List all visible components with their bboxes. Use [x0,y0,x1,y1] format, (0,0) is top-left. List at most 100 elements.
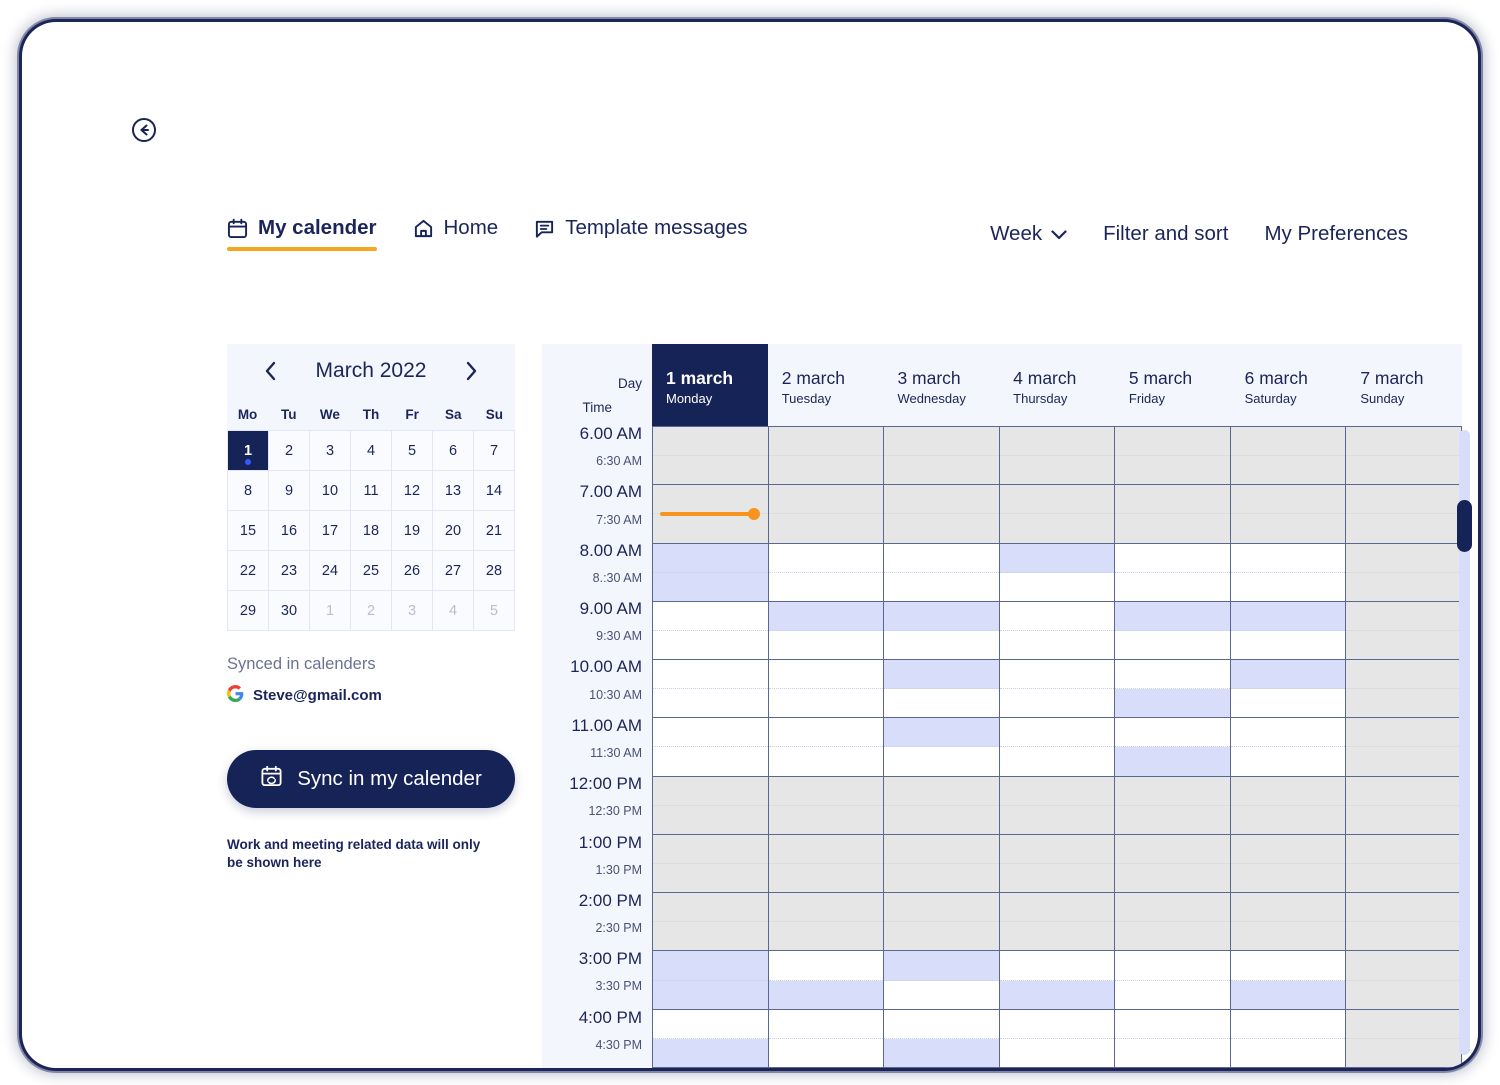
prev-month-button[interactable] [260,360,282,382]
calendar-slot[interactable] [884,514,999,543]
calendar-slot[interactable] [1230,456,1346,485]
mini-calendar-day[interactable]: 13 [433,471,474,511]
calendar-slot[interactable] [884,427,999,457]
calendar-slot[interactable] [653,805,768,834]
calendar-slot[interactable] [1115,689,1230,718]
mini-calendar-day[interactable]: 11 [351,471,392,511]
calendar-slot[interactable] [1230,514,1346,543]
calendar-slot[interactable] [768,980,884,1009]
calendar-slot[interactable] [1230,427,1346,457]
calendar-slot[interactable] [768,485,884,515]
calendar-slot[interactable] [653,864,768,893]
mini-calendar-day[interactable]: 19 [392,511,433,551]
next-month-button[interactable] [460,360,482,382]
calendar-slot[interactable] [1115,660,1230,690]
calendar-slot[interactable] [1115,543,1230,573]
calendar-day-header-saturday[interactable]: 6 march Saturday [1230,344,1347,426]
calendar-slot[interactable] [1346,543,1462,573]
mini-calendar-day[interactable]: 12 [392,471,433,511]
calendar-slot[interactable] [999,601,1115,631]
calendar-slot[interactable] [1346,1038,1462,1067]
calendar-slot[interactable] [1115,864,1230,893]
calendar-slot[interactable] [999,805,1115,834]
calendar-slot[interactable] [653,543,768,573]
calendar-slot[interactable] [884,456,999,485]
calendar-slot[interactable] [768,893,884,923]
calendar-slot[interactable] [653,689,768,718]
mini-calendar-day[interactable]: 29 [228,591,269,631]
calendar-slot[interactable] [1115,1009,1230,1039]
calendar-slot[interactable] [1230,718,1346,748]
mini-calendar-day[interactable]: 3 [392,591,433,631]
mini-calendar-day[interactable]: 27 [433,551,474,591]
calendar-slot[interactable] [768,951,884,981]
calendar-slot[interactable] [653,893,768,923]
mini-calendar-day[interactable]: 15 [228,511,269,551]
calendar-slot[interactable] [884,747,999,776]
sync-in-my-calender-button[interactable]: Sync in my calender [227,750,515,808]
calendar-slot[interactable] [1115,747,1230,776]
calendar-slot[interactable] [768,514,884,543]
calendar-slot[interactable] [1346,922,1462,951]
mini-calendar-day[interactable]: 7 [474,431,515,471]
calendar-slot[interactable] [999,572,1115,601]
calendar-slot[interactable] [1115,834,1230,864]
calendar-slot[interactable] [1115,456,1230,485]
calendar-slot[interactable] [999,922,1115,951]
mini-calendar-day[interactable]: 23 [269,551,310,591]
calendar-slot[interactable] [1230,485,1346,515]
calendar-day-header-sunday[interactable]: 7 march Sunday [1346,344,1462,426]
tab-my-calender[interactable]: My calender [227,218,377,251]
mini-calendar-day[interactable]: 1 [228,431,269,471]
calendar-slot[interactable] [1346,456,1462,485]
mini-calendar-day[interactable]: 28 [474,551,515,591]
calendar-slot[interactable] [1346,689,1462,718]
calendar-slot[interactable] [1230,893,1346,923]
my-preferences-button[interactable]: My Preferences [1264,222,1408,246]
calendar-slot[interactable] [884,893,999,923]
calendar-slot[interactable] [999,427,1115,457]
calendar-slot[interactable] [768,747,884,776]
calendar-slot[interactable] [768,660,884,690]
calendar-slot[interactable] [1230,689,1346,718]
calendar-day-header-wednesday[interactable]: 3 march Wednesday [883,344,1000,426]
calendar-slot[interactable] [653,951,768,981]
calendar-slot[interactable] [768,427,884,457]
calendar-slot[interactable] [768,922,884,951]
mini-calendar-day[interactable]: 30 [269,591,310,631]
calendar-slot[interactable] [653,601,768,631]
calendar-slot[interactable] [884,805,999,834]
calendar-slot[interactable] [653,1009,768,1039]
mini-calendar-day[interactable]: 1 [310,591,351,631]
calendar-slot[interactable] [1115,805,1230,834]
synced-account-row[interactable]: Steve@gmail.com [227,685,515,706]
calendar-slot[interactable] [1346,834,1462,864]
calendar-slot[interactable] [999,893,1115,923]
calendar-slot[interactable] [884,689,999,718]
calendar-slot[interactable] [1346,1009,1462,1039]
calendar-slot[interactable] [884,572,999,601]
calendar-slot[interactable] [653,1038,768,1067]
mini-calendar-day[interactable]: 14 [474,471,515,511]
calendar-slot[interactable] [1115,718,1230,748]
calendar-slot[interactable] [884,718,999,748]
calendar-slot[interactable] [768,572,884,601]
calendar-slot[interactable] [653,427,768,457]
calendar-slot[interactable] [1115,1038,1230,1067]
calendar-slot[interactable] [1230,951,1346,981]
calendar-slot[interactable] [768,718,884,748]
calendar-slot[interactable] [884,485,999,515]
calendar-slot[interactable] [1230,1009,1346,1039]
calendar-slot[interactable] [1346,572,1462,601]
calendar-slot[interactable] [1346,776,1462,806]
calendar-slot[interactable] [1230,543,1346,573]
calendar-slot[interactable] [1346,864,1462,893]
calendar-slot[interactable] [768,1038,884,1067]
mini-calendar-day[interactable]: 18 [351,511,392,551]
mini-calendar-day[interactable]: 24 [310,551,351,591]
calendar-slot[interactable] [884,601,999,631]
mini-calendar-day[interactable]: 25 [351,551,392,591]
calendar-slot[interactable] [653,747,768,776]
mini-calendar-day[interactable]: 2 [269,431,310,471]
calendar-slot[interactable] [1230,572,1346,601]
